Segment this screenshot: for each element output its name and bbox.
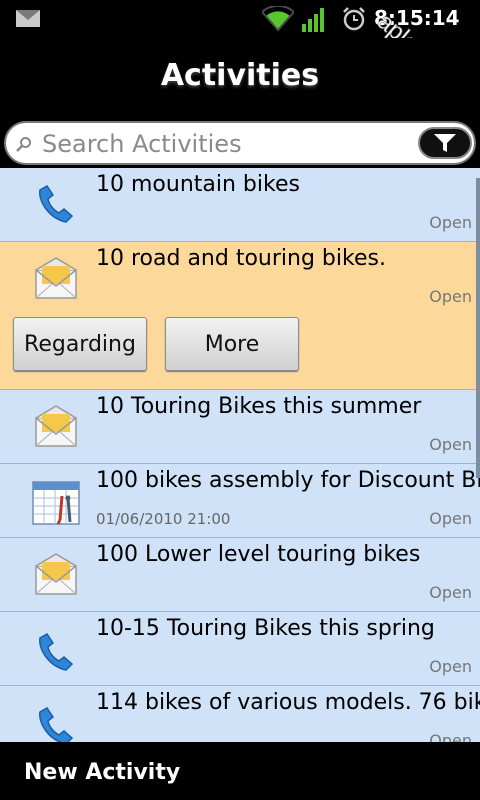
alarm-icon: [343, 7, 365, 31]
activity-date: 01/06/2010 21:00: [96, 510, 231, 528]
phone-icon: [39, 707, 74, 742]
list-scrollbar[interactable]: [476, 178, 480, 478]
activity-title: 100 bikes assembly for Discount Bikes: [96, 468, 480, 493]
activity-status: Open: [429, 509, 472, 528]
email-icon: [35, 553, 77, 595]
list-item[interactable]: 100 Lower level touring bikes Open: [0, 538, 480, 612]
regarding-button[interactable]: Regarding: [13, 317, 147, 371]
signal-icon: [302, 8, 324, 32]
more-button[interactable]: More: [165, 317, 299, 371]
email-icon: [35, 257, 77, 299]
activity-title: 10 Touring Bikes this summer: [96, 394, 422, 419]
phone-icon: [39, 185, 74, 223]
activity-status: Open: [429, 731, 472, 742]
status-bar: 8:15:14: [0, 0, 480, 38]
phone-icon: [39, 633, 74, 671]
list-item[interactable]: 114 bikes of various models. 76 bikes Op…: [0, 686, 480, 742]
activity-status: Open: [429, 435, 472, 454]
list-item[interactable]: 10-15 Touring Bikes this spring Open: [0, 612, 480, 686]
wifi-icon: [262, 6, 294, 32]
activity-status: Open: [429, 287, 472, 306]
filter-button[interactable]: [418, 127, 472, 159]
list-item-selected[interactable]: 10 road and touring bikes. Open Regardin…: [0, 242, 480, 390]
search-input[interactable]: [40, 127, 404, 161]
header: Activities: [0, 38, 480, 118]
search-bar: [4, 121, 476, 165]
activity-title: 114 bikes of various models. 76 bikes: [96, 690, 480, 715]
list-item[interactable]: 100 bikes assembly for Discount Bikes 01…: [0, 464, 480, 538]
activity-status: Open: [429, 583, 472, 602]
email-icon: [35, 405, 77, 447]
activity-title: 10 road and touring bikes.: [96, 246, 386, 271]
clock: 8:15:14: [374, 6, 460, 30]
task-icon: [32, 481, 80, 525]
activities-list: 10 mountain bikes Open 10 road and touri…: [0, 168, 480, 742]
activity-title: 100 Lower level touring bikes: [96, 542, 421, 567]
filter-icon: [434, 134, 456, 152]
mail-notification-icon: [16, 10, 40, 27]
footer-bar: New Activity: [0, 742, 480, 800]
activity-status: Open: [429, 657, 472, 676]
search-icon: [16, 137, 31, 152]
activity-title: 10 mountain bikes: [96, 172, 300, 197]
activity-title: 10-15 Touring Bikes this spring: [96, 616, 435, 641]
list-item[interactable]: 10 Touring Bikes this summer Open: [0, 390, 480, 464]
page-title: Activities: [160, 58, 320, 93]
list-item[interactable]: 10 mountain bikes Open: [0, 168, 480, 242]
activity-status: Open: [429, 213, 472, 232]
new-activity-button[interactable]: New Activity: [24, 760, 180, 785]
